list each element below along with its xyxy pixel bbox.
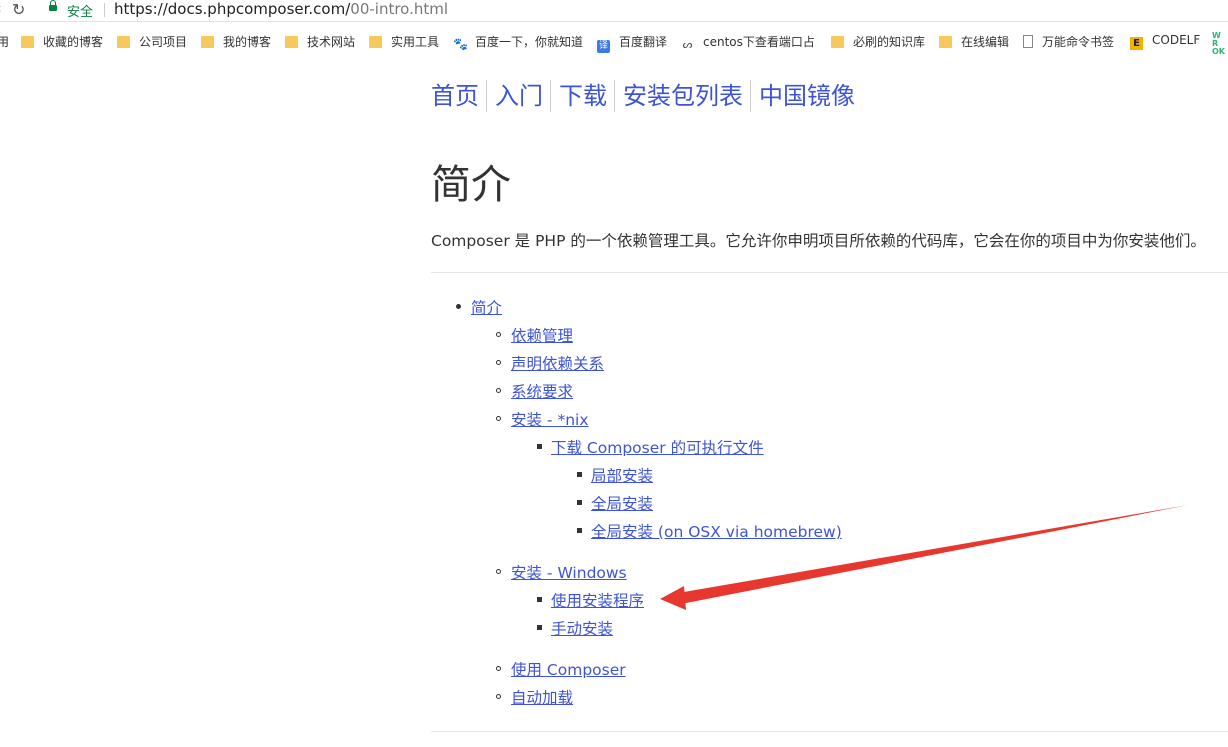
- annotation-arrow: [660, 505, 1188, 610]
- annotation-arrow-head: [660, 586, 686, 610]
- annotation-arrow-shaft: [678, 505, 1188, 604]
